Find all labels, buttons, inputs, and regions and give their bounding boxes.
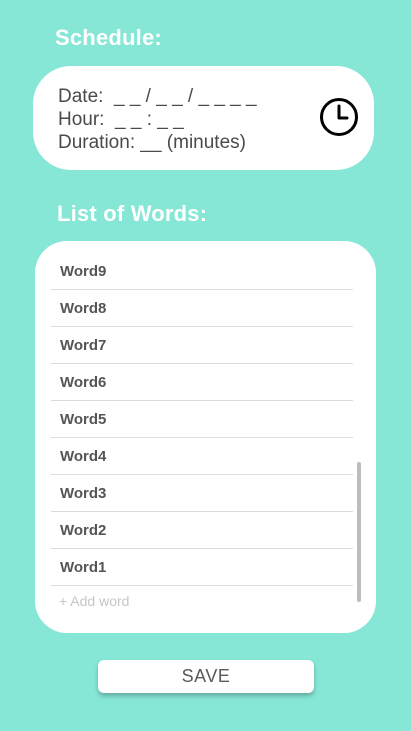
scrollbar[interactable] [357, 462, 361, 602]
schedule-card: Date: _ _ / _ _ / _ _ _ _ Hour: _ _ : _ … [33, 66, 374, 170]
save-button[interactable]: SAVE [98, 660, 314, 693]
word-list: Word9 Word8 Word7 Word6 Word5 Word4 Word… [51, 253, 353, 586]
list-item[interactable]: Word4 [51, 438, 353, 475]
date-field[interactable]: Date: _ _ / _ _ / _ _ _ _ [58, 85, 257, 108]
clock-icon[interactable] [319, 97, 359, 137]
words-card: Word9 Word8 Word7 Word6 Word5 Word4 Word… [35, 241, 376, 633]
words-title: List of Words: [57, 201, 208, 226]
list-item[interactable]: Word9 [51, 253, 353, 290]
word-label: Word4 [60, 447, 107, 465]
list-item[interactable]: Word5 [51, 401, 353, 438]
word-label: Word2 [60, 521, 107, 539]
add-word-input[interactable]: + Add word [59, 593, 129, 609]
word-label: Word5 [60, 410, 107, 428]
word-label: Word3 [60, 484, 107, 502]
duration-field[interactable]: Duration: __ (minutes) [58, 131, 257, 154]
list-item[interactable]: Word1 [51, 549, 353, 586]
date-field-text: Date: _ _ / _ _ / _ _ _ _ [58, 86, 257, 107]
word-label: Word1 [60, 558, 107, 576]
schedule-title: Schedule: [55, 25, 162, 50]
word-label: Word8 [60, 299, 107, 317]
schedule-fields: Date: _ _ / _ _ / _ _ _ _ Hour: _ _ : _ … [58, 85, 257, 154]
list-item[interactable]: Word3 [51, 475, 353, 512]
list-item[interactable]: Word2 [51, 512, 353, 549]
word-label: Word9 [60, 262, 107, 280]
hour-field-text: Hour: _ _ : _ _ [58, 109, 184, 130]
word-label: Word7 [60, 336, 107, 354]
duration-field-text: Duration: __ (minutes) [58, 132, 246, 153]
list-item[interactable]: Word7 [51, 327, 353, 364]
list-item[interactable]: Word8 [51, 290, 353, 327]
list-item[interactable]: Word6 [51, 364, 353, 401]
word-label: Word6 [60, 373, 107, 391]
hour-field[interactable]: Hour: _ _ : _ _ [58, 108, 257, 131]
